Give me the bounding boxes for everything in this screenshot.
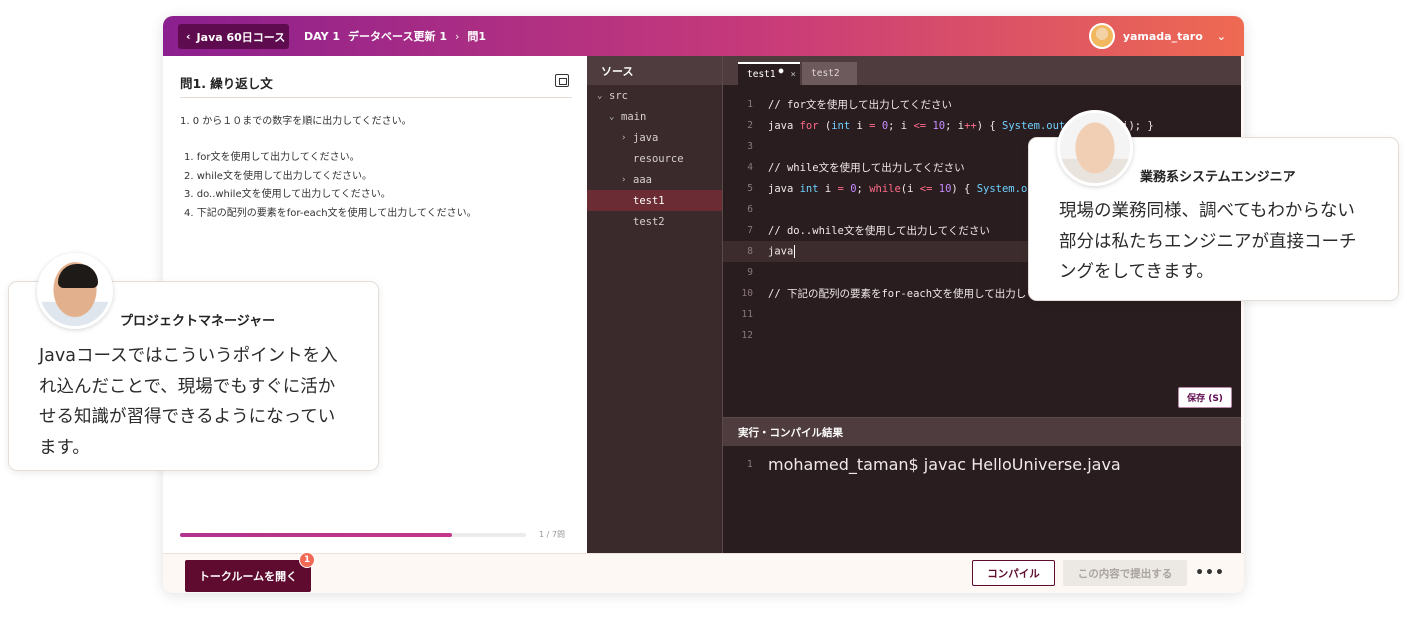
tree-item-main[interactable]: ⌄ main [587,106,722,127]
tree-item-java[interactable]: › java [587,127,722,148]
list-item: 3. do..while文を使用して出力してください。 [184,189,391,201]
editor-tab-bar: test1 ● × test2 [723,56,1241,85]
code-comment: // 下記の配列の要素をfor-each文を使用して出力し [768,288,1027,300]
close-icon[interactable]: × [790,70,795,80]
avatar [1088,23,1115,49]
footer-bar: トークルームを開く 1 コンパイル この内容で提出する ••• [163,552,1244,593]
list-item: 4. 下記の配列の要素をfor-each文を使用して出力してください。 [184,208,477,220]
breadcrumb-day[interactable]: DAY 1 [304,30,340,43]
line-number: 8 [747,246,753,257]
notification-badge: 1 [299,552,315,568]
tree-item-label: java [633,131,659,144]
question-intro: 1. 0 から１０までの数字を順に出力してください。 [180,116,412,127]
tree-item-label: test1 [633,194,665,207]
tree-item-label: test2 [633,215,665,228]
line-number: 12 [741,330,753,341]
chevron-down-icon: ⌄ [609,111,615,122]
file-tree-list: ⌄ src ⌄ main › java resource › aaa test1 [587,85,722,232]
text-cursor [794,245,796,258]
line-number: 4 [747,162,753,173]
chevron-right-icon: › [621,132,627,143]
code-comment: // while文を使用して出力してください [768,162,965,174]
tree-item-label: main [621,110,647,123]
progress-label: 1 / 7問 [539,530,565,539]
result-line: 1 mohamed_taman$ javac HelloUniverse.jav… [723,454,1241,475]
code-line: 12 [723,325,1241,346]
submit-button[interactable]: この内容で提出する [1063,560,1187,586]
file-tree-header: ソース [587,56,722,85]
tab-test2[interactable]: test2 [802,62,857,85]
compile-button[interactable]: コンパイル [972,560,1055,586]
code-line: 2 java for (int i = 0; i <= 10; i++) { S… [723,115,1241,136]
top-bar: ‹ Java 60日コース DAY 1 データベース更新 1 › 問1 yama… [163,16,1244,56]
file-tree: ソース ⌄ src ⌄ main › java resource › aaa t… [587,56,722,553]
progress-fill [180,533,452,537]
line-number: 7 [747,225,753,236]
divider [180,97,572,98]
chevron-right-icon: › [621,174,627,185]
avatar [37,253,113,329]
result-header: 実行・コンパイル結果 [723,418,1241,446]
tree-item-label: resource [633,152,684,165]
user-menu[interactable]: yamada_taro ⌄ [1088,23,1226,49]
testimonial-text: 現場の業務同様、調べてもわからない 部分は私たちエンジニアが直接コーチ ングをし… [1059,201,1357,282]
line-number: 1 [747,99,753,110]
tree-item-test2[interactable]: test2 [587,211,722,232]
more-options-icon[interactable]: ••• [1195,560,1224,586]
code-comment: // for文を使用して出力してください [768,99,952,111]
tree-item-label: aaa [633,173,652,186]
role-label: 業務系システムエンジニア [1140,170,1296,185]
line-number: 6 [747,204,753,215]
breadcrumb-question: 問1 [467,30,487,43]
line-number: 3 [747,141,753,152]
save-button[interactable]: 保存 (S) [1178,387,1232,408]
line-number: 10 [741,288,753,299]
open-talk-room-button[interactable]: トークルームを開く [185,560,311,592]
breadcrumb-lesson[interactable]: データベース更新 1 [348,28,447,44]
tree-item-test1[interactable]: test1 [587,190,722,211]
code-line: 11 [723,304,1241,325]
tree-item-aaa[interactable]: › aaa [587,169,722,190]
modified-dot-icon: ● [778,66,784,75]
avatar [1057,110,1133,186]
tab-test1[interactable]: test1 ● × [738,62,800,85]
question-title: 問1. 繰り返し文 [180,76,273,91]
back-to-course-button[interactable]: ‹ Java 60日コース [178,24,289,49]
progress-bar [180,533,526,537]
list-item: 1. for文を使用して出力してください。 [184,152,360,163]
username: yamada_taro [1122,29,1203,43]
code-comment: // do..while文を使用して出力してください [768,225,990,237]
tree-item-resource[interactable]: resource [587,148,722,169]
role-label: プロジェクトマネージャー [120,314,276,329]
list-item: 2. while文を使用して出力してください。 [184,170,373,182]
chevron-right-icon: › [454,29,460,43]
line-number: 5 [747,183,753,194]
line-number: 2 [747,120,753,131]
result-panel: 実行・コンパイル結果 1 mohamed_taman$ javac HelloU… [722,417,1241,553]
breadcrumb: DAY 1 データベース更新 1 › 問1 [304,16,486,56]
line-number: 11 [741,309,753,320]
tree-item-label: src [609,89,628,102]
chevron-down-icon: ⌄ [597,90,603,101]
tab-label: test1 [747,69,776,80]
line-number: 9 [747,267,753,278]
task-list: 1. for文を使用して出力してください。 2. while文を使用して出力して… [184,149,477,224]
chevron-left-icon: ‹ [186,30,191,43]
picture-in-picture-icon[interactable] [555,74,569,87]
code-text: java [768,245,796,258]
line-number: 1 [746,459,753,470]
code-text: java int i = 0; while(i <= 10) { System.… [768,182,1040,195]
result-output: mohamed_taman$ javac HelloUniverse.java [768,455,1121,474]
tab-label: test2 [811,68,840,79]
back-button-label: Java 60日コース [196,30,286,44]
code-line: 1 // for文を使用して出力してください [723,94,1241,115]
tree-item-src[interactable]: ⌄ src [587,85,722,106]
testimonial-text: Javaコースではこういうポイントを入 れ込んだことで、現場でもすぐに活か せる… [39,346,338,458]
chevron-down-icon: ⌄ [1216,29,1226,43]
